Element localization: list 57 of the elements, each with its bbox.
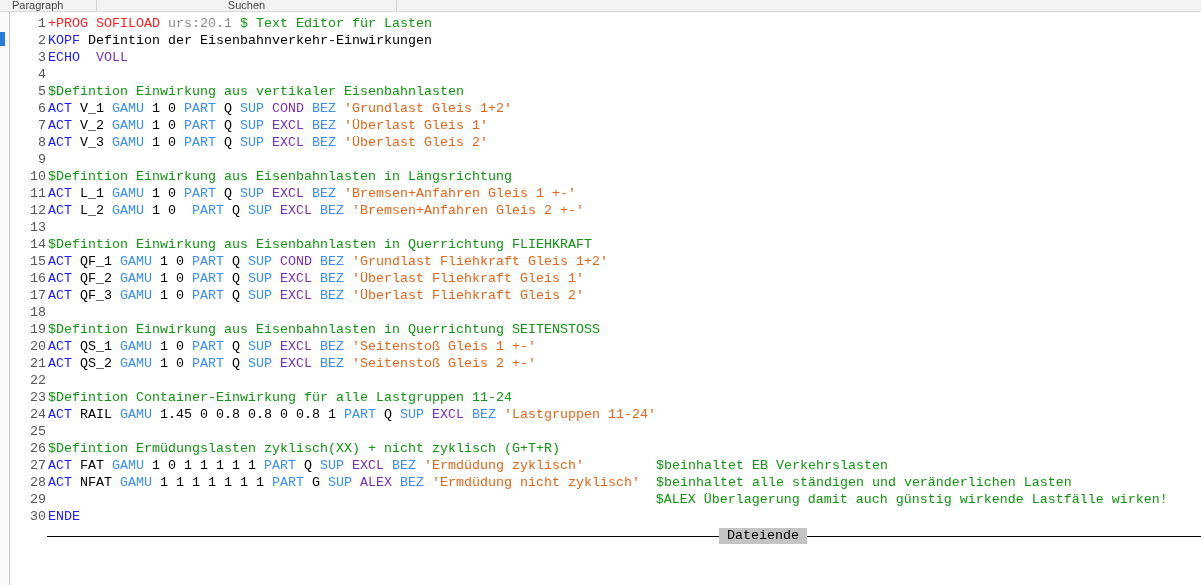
code-line: ECHO VOLL [48,49,128,66]
code-line: ACT QF_3 GAMU 1 0 PART Q SUP EXCL BEZ 'Überlast Fliehkraft Gleis 2' [48,287,584,304]
line-number: 9 [37,151,46,168]
code-line: $Defintion Einwirkung aus vertikaler Eisenbahnlasten [48,83,464,100]
line-number: 8 [37,134,46,151]
line-number: 7 [37,117,46,134]
line-number: 3 [37,49,46,66]
line-number: 20 [29,338,46,355]
code-line: $Defintion Einwirkung aus Eisenbahnlasten in Querrichtung SEITENSTOSS [48,321,600,338]
line-number: 29 [29,491,46,508]
line-number: 11 [29,185,46,202]
line-number: 14 [29,236,46,253]
code-line: $Defintion Container-Einwirkung für alle Lastgruppen 11-24 [48,389,512,406]
line-number: 21 [29,355,46,372]
code-line: $Defintion Ermüdungslasten zyklisch(XX) + nicht zyklisch (G+T+R) [48,440,560,457]
line-number: 13 [29,219,46,236]
line-number: 1 [37,15,46,32]
line-number: 2 [37,32,46,49]
code-line: ENDE [48,508,80,525]
line-number: 6 [37,100,46,117]
code-line: ACT V_1 GAMU 1 0 PART Q SUP COND BEZ 'Grundlast Gleis 1+2' [48,100,512,117]
line-number: 26 [29,440,46,457]
code-line: ACT QF_2 GAMU 1 0 PART Q SUP EXCL BEZ 'Überlast Fliehkraft Gleis 1' [48,270,584,287]
line-number: 23 [29,389,46,406]
line-number: 17 [29,287,46,304]
code-line: ACT V_3 GAMU 1 0 PART Q SUP EXCL BEZ 'Überlast Gleis 2' [48,134,488,151]
code-line: +PROG SOFILOAD urs:20.1 $ Text Editor für Lasten [48,15,432,32]
line-number: 10 [29,168,46,185]
line-number: 16 [29,270,46,287]
line-number: 4 [37,66,46,83]
end-of-file-label: Dateiende [719,528,807,544]
line-number: 25 [29,423,46,440]
code-line: $Defintion Einwirkung aus Eisenbahnlasten in Querrichtung FLIEHKRAFT [48,236,592,253]
line-number: 15 [29,253,46,270]
line-number: 22 [29,372,46,389]
code-line: ACT QS_2 GAMU 1 0 PART Q SUP EXCL BEZ 'Seitenstoß Gleis 2 +-' [48,355,536,372]
line-number: 30 [29,508,46,525]
code-line: ACT L_1 GAMU 1 0 PART Q SUP EXCL BEZ 'Bremsen+Anfahren Gleis 1 +-' [48,185,576,202]
code-line: $ALEX Überlagerung damit auch günstig wirkende Lastfälle wirken! [654,491,1168,508]
ribbon-group-label: Paragraph [12,0,64,11]
ribbon-group-label: Suchen [227,0,266,11]
code-line: ACT QF_1 GAMU 1 0 PART Q SUP COND BEZ 'Grundlast Fliehkraft Gleis 1+2' [48,253,608,270]
line-number: 27 [29,457,46,474]
code-line: ACT L_2 GAMU 1 0 PART Q SUP EXCL BEZ 'Bremsen+Anfahren Gleis 2 +-' [48,202,584,219]
code-line: ACT V_2 GAMU 1 0 PART Q SUP EXCL BEZ 'Überlast Gleis 1' [48,117,488,134]
line-number: 18 [29,304,46,321]
line-number: 24 [29,406,46,423]
code-line: ACT FAT GAMU 1 0 1 1 1 1 1 PART Q SUP EXCL BEZ 'Ermdüdung zyklisch' $beinhaltet EB Verkehrslasten [48,457,888,474]
line-number: 12 [29,202,46,219]
line-number: 19 [29,321,46,338]
code-line: ACT QS_1 GAMU 1 0 PART Q SUP EXCL BEZ 'Seitenstoß Gleis 1 +-' [48,338,536,355]
code-line: ACT RAIL GAMU 1.45 0 0.8 0.8 0 0.8 1 PART Q SUP EXCL BEZ 'Lastgruppen 11-24' [48,406,656,423]
line-number: 28 [29,474,46,491]
code-line: ACT NFAT GAMU 1 1 1 1 1 1 1 PART G SUP ALEX BEZ 'Ermdüdung nicht zyklisch' $beinhaltet alle ständigen und veränderlichen Lasten [48,474,1072,491]
code-line: $Defintion Einwirkung aus Eisenbahnlasten in Längsrichtung [48,168,512,185]
line-number: 5 [37,83,46,100]
code-line: KOPF Defintion der Eisenbahnverkehr-Einwirkungen [48,32,432,49]
